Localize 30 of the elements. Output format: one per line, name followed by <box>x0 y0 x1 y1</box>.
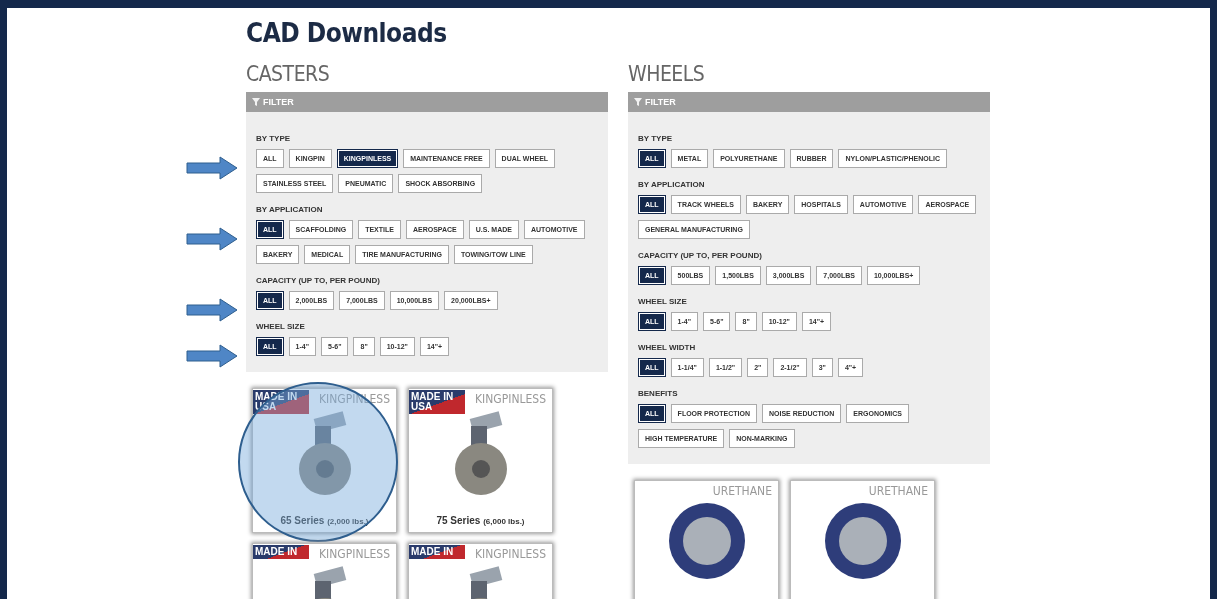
made-in-usa-badge: MADE IN USA <box>409 390 465 414</box>
product-caption: 75 Series (6,000 lbs.) <box>436 515 525 526</box>
filter-group-label: WHEEL SIZE <box>256 322 306 331</box>
filter-group-label: BY TYPE <box>256 134 292 143</box>
filter-group-label: WHEEL WIDTH <box>638 343 697 352</box>
product-card[interactable]: MADE IN KINGPINLESS <box>252 543 397 599</box>
made-in-usa-badge: MADE IN <box>253 545 309 559</box>
page-title: CAD Downloads <box>246 18 448 48</box>
filter-group-label: BENEFITS <box>638 389 679 398</box>
product-category: URETHANE <box>868 484 928 498</box>
filter-group-label: BY APPLICATION <box>256 205 324 214</box>
product-category: URETHANE <box>712 484 772 498</box>
section-heading: CASTERS <box>246 62 331 86</box>
filter-group-label: CAPACITY (UP TO, PER POUND) <box>256 276 381 285</box>
filter-icon <box>252 98 260 106</box>
filter-group-label: CAPACITY (UP TO, PER POUND) <box>638 251 763 260</box>
product-category: KINGPINLESS <box>475 392 546 406</box>
product-category: KINGPINLESS <box>319 547 390 561</box>
product-category: KINGPINLESS <box>475 547 546 561</box>
section-heading: WHEELS <box>628 62 706 86</box>
filter-icon <box>634 98 642 106</box>
filter-title: FILTER <box>645 97 676 107</box>
filter-title: FILTER <box>263 97 294 107</box>
product-card[interactable]: MADE IN KINGPINLESS <box>408 543 553 599</box>
product-card[interactable]: MADE IN USA KINGPINLESS 75 Series (6,000 lbs.) <box>408 388 553 533</box>
product-caption: 65 Series (2,000 lbs.) <box>280 515 369 526</box>
filter-group-label: WHEEL SIZE <box>638 297 688 306</box>
filter-group-label: BY TYPE <box>638 134 674 143</box>
made-in-usa-badge: MADE IN <box>409 545 465 559</box>
filter-group-label: BY APPLICATION <box>638 180 706 189</box>
